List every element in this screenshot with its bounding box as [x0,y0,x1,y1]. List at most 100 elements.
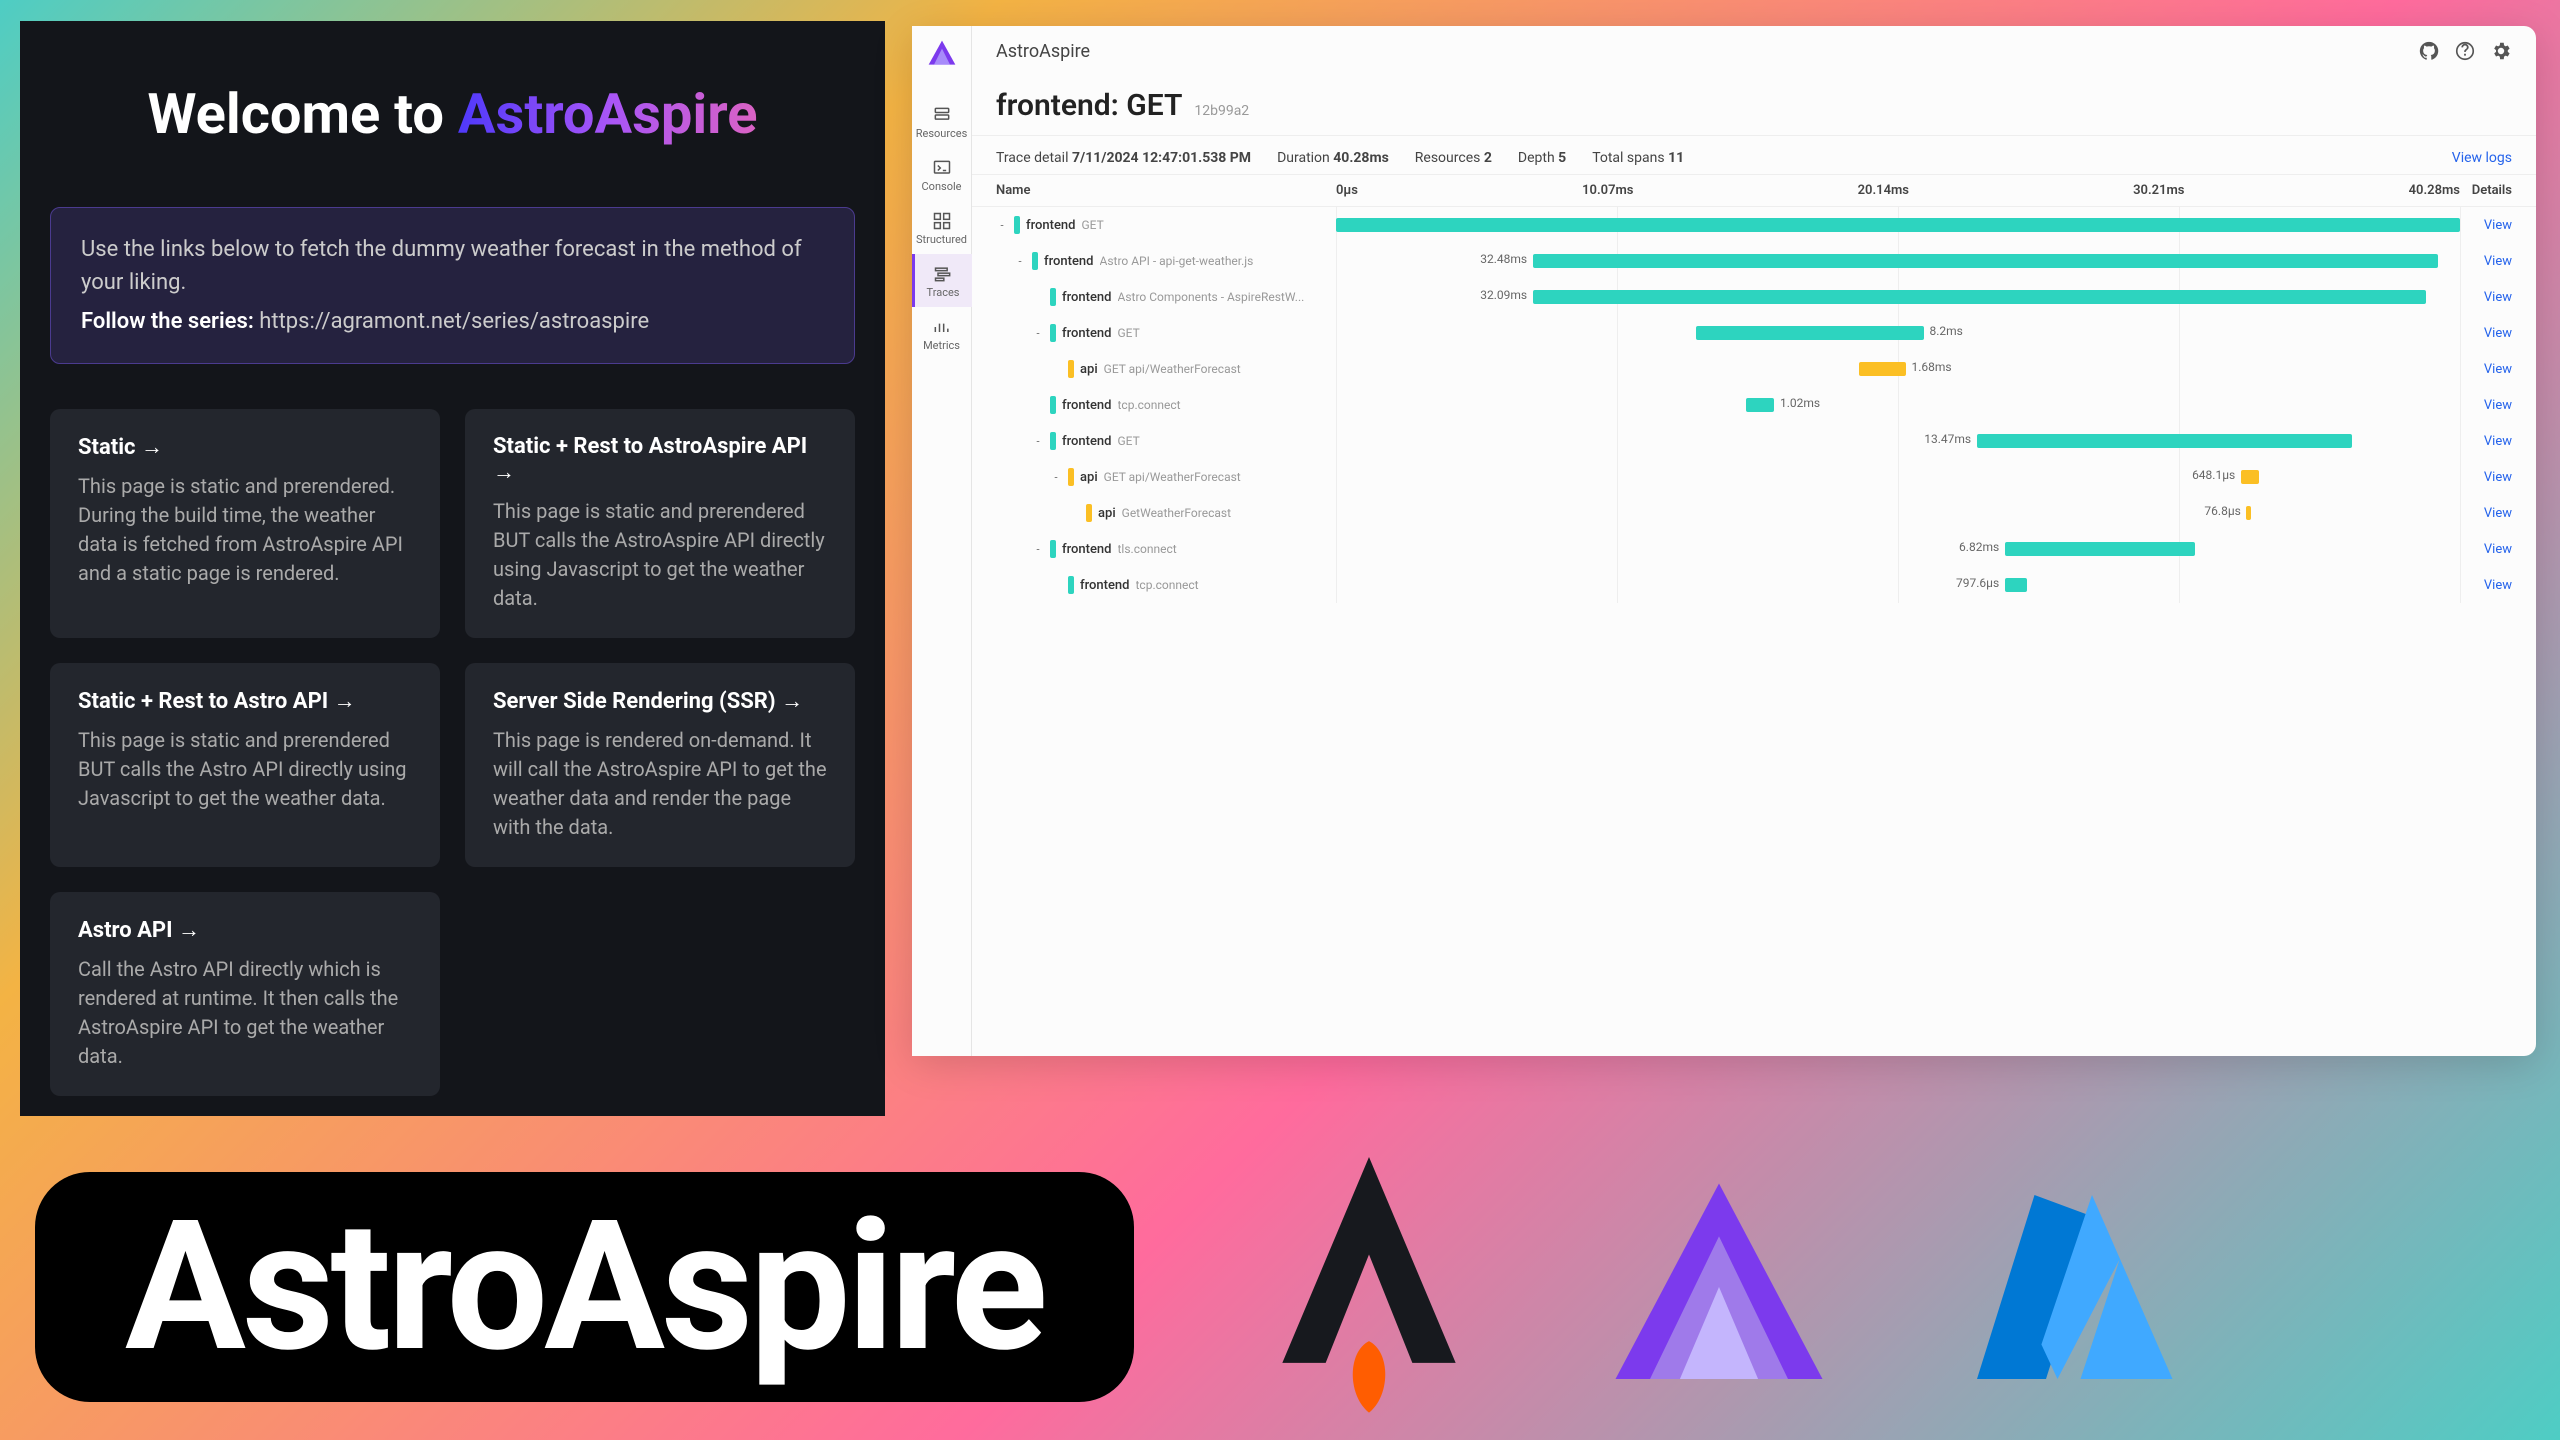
span-bar[interactable] [1533,254,2438,268]
card-body: This page is static and prerendered. Dur… [78,472,412,588]
follow-url[interactable]: https://agramont.net/series/astroaspire [259,309,649,334]
view-link[interactable]: View [2460,290,2512,305]
service-marker [1086,504,1092,522]
service-label: frontend [1062,398,1112,413]
spans-label: Total spans [1592,150,1664,166]
card-title: Static + Rest to AstroAspire API → [493,434,827,485]
trace-row[interactable]: -frontendGETView [972,207,2536,243]
view-link[interactable]: View [2460,506,2512,521]
trace-row[interactable]: frontendtcp.connect797.6µsView [972,567,2536,603]
operation-label: GET [1118,434,1140,448]
duration-value: 40.28ms [1333,150,1389,166]
view-link[interactable]: View [2460,578,2512,593]
span-bar[interactable] [1533,290,2427,304]
trace-name-cell: apiGetWeatherForecast [996,504,1336,522]
span-bar[interactable] [2246,506,2250,520]
sidebar-item-console[interactable]: Console [912,148,972,201]
service-label: api [1080,362,1098,377]
service-marker [1050,432,1056,450]
dashboard-panel: ResourcesConsoleStructuredTracesMetrics … [912,26,2536,1056]
span-bar[interactable] [2005,578,2027,592]
span-bar[interactable] [1746,398,1774,412]
card-body: Call the Astro API directly which is ren… [78,955,412,1071]
trace-row[interactable]: frontendAstro Components - AspireRestW..… [972,279,2536,315]
service-label: frontend [1080,578,1130,593]
trace-row[interactable]: -apiGET api/WeatherForecast648.1µsView [972,459,2536,495]
span-bar[interactable] [1336,218,2460,232]
duration-label: 32.48ms [1480,252,1527,266]
trace-bar-cell: 648.1µs [1336,467,2460,487]
meta-row: Trace detail 7/11/2024 12:47:01.538 PM D… [972,135,2536,174]
caret-icon[interactable]: - [1032,435,1044,448]
view-link[interactable]: View [2460,434,2512,449]
caret-icon[interactable]: - [1032,543,1044,556]
card-link[interactable]: Static + Rest to AstroAspire API → This p… [465,409,855,638]
view-link[interactable]: View [2460,218,2512,233]
azure-logo-icon [1954,1157,2184,1417]
sidebar-item-structured[interactable]: Structured [912,201,972,254]
span-bar[interactable] [1977,434,2352,448]
gear-icon[interactable] [2490,40,2512,62]
trace-row[interactable]: apiGetWeatherForecast 76.8µs View [972,495,2536,531]
span-bar[interactable] [2005,542,2195,556]
view-logs-link[interactable]: View logs [2452,150,2512,166]
topbar: AstroAspire [972,26,2536,76]
trace-name-cell: - frontend GET [996,432,1336,450]
view-link[interactable]: View [2460,542,2512,557]
duration-label: 76.8µs [2204,504,2240,518]
sidebar-item-metrics[interactable]: Metrics [912,307,972,360]
resources-label: Resources [1415,150,1481,166]
service-label: frontend [1062,434,1112,449]
span-bar[interactable] [1696,326,1924,340]
view-link[interactable]: View [2460,326,2512,341]
tick-0: 0µs [1336,183,1358,198]
depth-label: Depth [1518,150,1555,166]
intro-text: Use the links below to fetch the dummy w… [81,233,824,299]
view-link[interactable]: View [2460,254,2512,269]
cards-grid: Static →This page is static and prerende… [50,409,855,1096]
caret-icon[interactable]: - [1050,471,1062,484]
caret-icon[interactable]: - [996,219,1008,232]
trace-bar-cell: 1.68ms [1336,359,2460,379]
card-body: This page is static and prerendered BUT … [493,497,827,613]
span-bar[interactable] [2241,470,2259,484]
trace-name-cell: apiGET api/WeatherForecast [996,360,1336,378]
card-link[interactable]: Static + Rest to Astro API →This page is… [50,663,440,867]
span-bar[interactable] [1859,362,1906,376]
trace-bar-cell: 6.82ms [1336,539,2460,559]
view-link[interactable]: View [2460,470,2512,485]
sidebar-item-resources[interactable]: Resources [912,95,972,148]
structured-icon [932,211,952,231]
trace-bar-cell: 32.48ms [1336,251,2460,271]
view-link[interactable]: View [2460,362,2512,377]
trace-row[interactable]: -frontendtls.connect6.82msView [972,531,2536,567]
page-title: frontend: GET [996,88,1182,123]
sidebar-item-traces[interactable]: Traces [912,254,972,307]
duration-label: 797.6µs [1956,576,1999,590]
resources-icon [932,105,952,125]
tick-3: 30.21ms [2133,183,2184,198]
trace-row[interactable]: frontendtcp.connect1.02msView [972,387,2536,423]
duration-label: 1.02ms [1780,396,1820,410]
trace-row[interactable]: -frontendGET8.2msView [972,315,2536,351]
trace-name-cell: -frontendAstro API - api-get-weather.js [996,252,1336,270]
operation-label: GET [1082,218,1104,232]
trace-name-cell: -apiGET api/WeatherForecast [996,468,1336,486]
duration-label: 8.2ms [1929,324,1962,338]
card-link[interactable]: Static →This page is static and prerende… [50,409,440,638]
help-icon[interactable] [2454,40,2476,62]
caret-icon[interactable]: - [1032,327,1044,340]
trace-row[interactable]: -frontendAstro API - api-get-weather.js 3… [972,243,2536,279]
welcome-panel: Welcome to AstroAspire Use the links bel… [20,21,885,1116]
trace-row[interactable]: apiGET api/WeatherForecast1.68msView [972,351,2536,387]
operation-label: GET [1118,326,1140,340]
sidebar-item-label: Traces [927,286,960,299]
card-link[interactable]: Server Side Rendering (SSR) →This page i… [465,663,855,867]
operation-label: Astro Components - AspireRestW... [1118,290,1305,304]
trace-row[interactable]: -frontendGET13.47msView [972,423,2536,459]
view-link[interactable]: View [2460,398,2512,413]
caret-icon[interactable]: - [1014,255,1026,268]
sidebar-item-label: Metrics [923,339,960,352]
card-link[interactable]: Astro API →Call the Astro API directly w… [50,892,440,1096]
github-icon[interactable] [2418,40,2440,62]
